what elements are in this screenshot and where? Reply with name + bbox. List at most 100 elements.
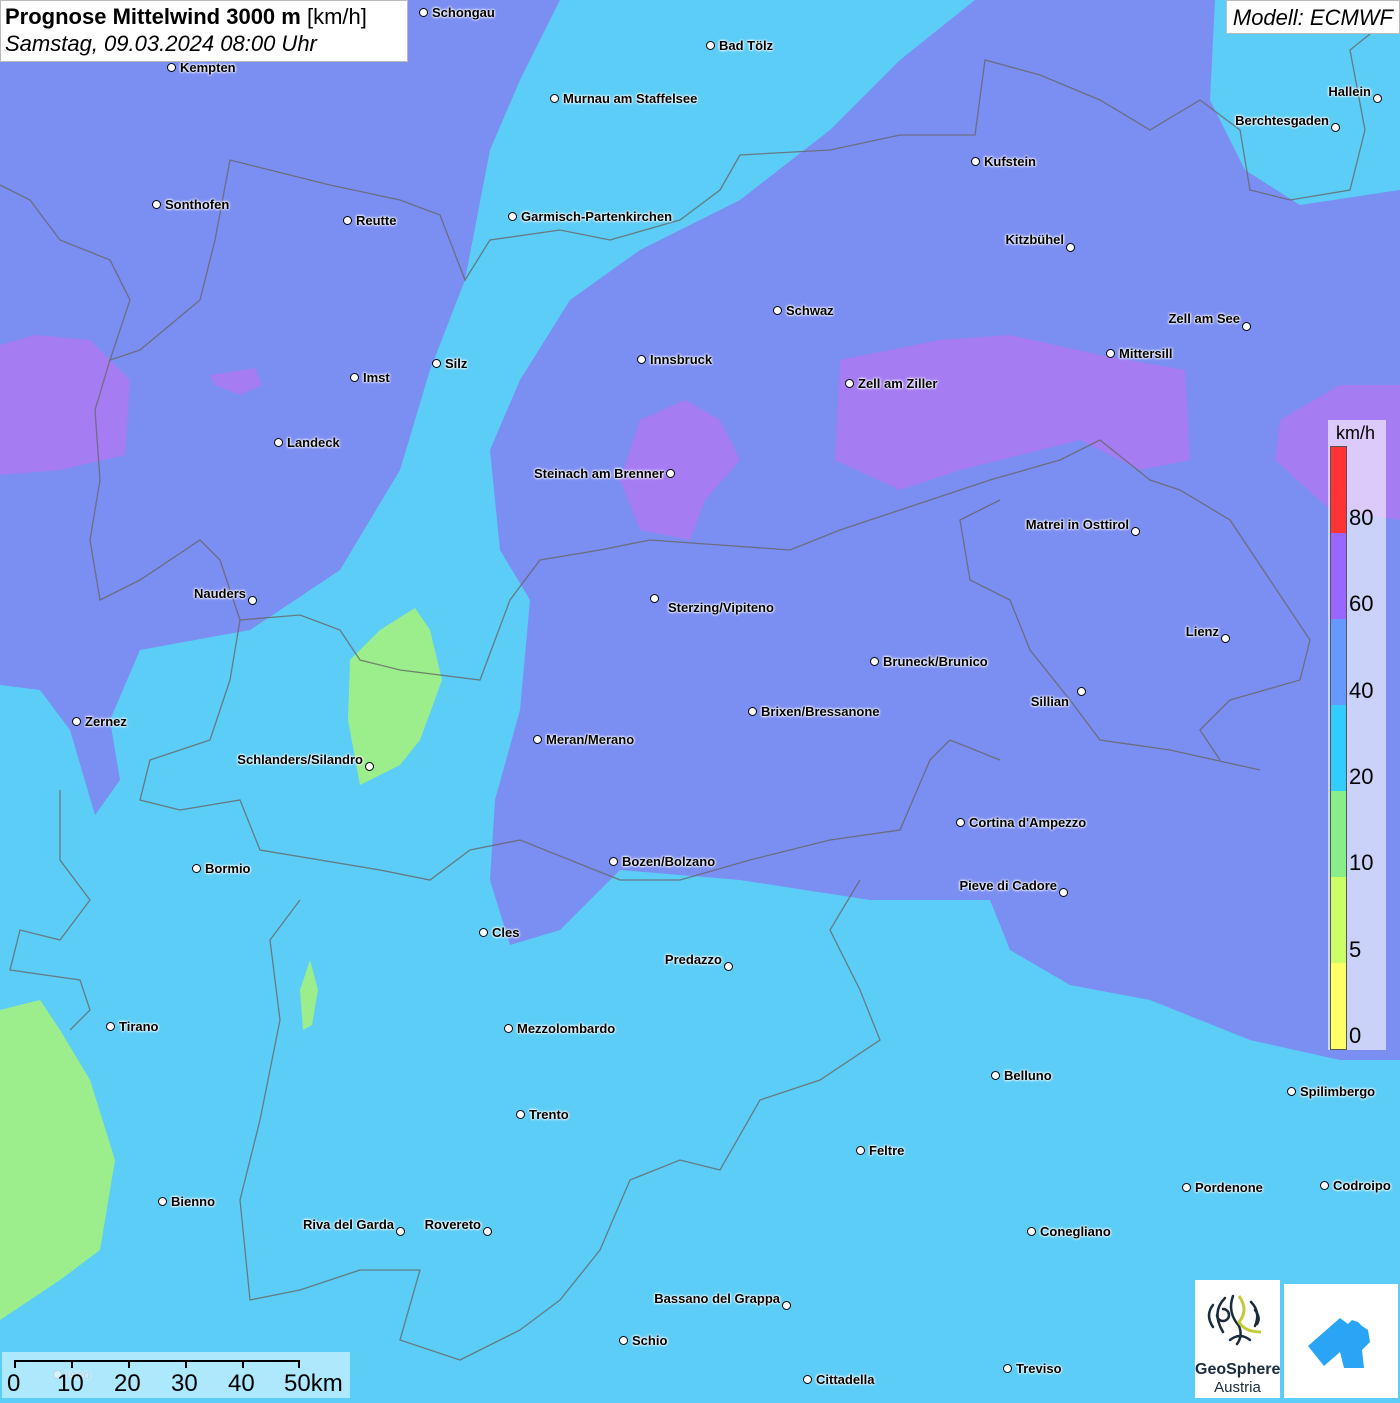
city-label: Cortina d'Ampezzo <box>969 815 1087 830</box>
city-marker <box>1242 322 1251 331</box>
zone-10-20 <box>300 960 318 1030</box>
city-marker <box>550 94 559 103</box>
city-marker <box>956 818 965 827</box>
city-marker <box>508 212 517 221</box>
model-label: Modell: ECMWF <box>1225 0 1400 34</box>
legend-title: km/h <box>1336 423 1376 443</box>
geosphere-emblem-icon <box>1207 1294 1262 1346</box>
scale-label: 50km <box>284 1370 343 1397</box>
legend-swatch <box>1331 877 1346 963</box>
city-label: Hallein <box>1328 84 1371 99</box>
city-marker <box>504 1024 513 1033</box>
scale-line <box>14 1360 298 1362</box>
legend-swatch <box>1331 791 1346 877</box>
scale-label: 40 <box>228 1370 255 1397</box>
city-marker <box>773 306 782 315</box>
city-label: Treviso <box>1016 1361 1062 1376</box>
city-label: Codroipo <box>1333 1178 1391 1193</box>
city-label: Predazzo <box>664 952 722 967</box>
scale-tick <box>185 1360 187 1368</box>
city-marker <box>666 469 675 478</box>
city-label: Bad Tölz <box>719 38 774 53</box>
city-label: Landeck <box>287 435 340 450</box>
city-marker <box>483 1227 492 1236</box>
city-label: Feltre <box>869 1143 905 1158</box>
legend-label: 5 <box>1349 937 1362 962</box>
city-marker <box>396 1227 405 1236</box>
city-label: Imst <box>363 370 390 385</box>
title-text: Prognose Mittelwind 3000 m <box>5 4 301 29</box>
city-label: Kufstein <box>984 154 1036 169</box>
geosphere-logo[interactable]: GeoSphere Austria <box>1195 1280 1280 1398</box>
city-label: Reutte <box>356 213 397 228</box>
city-marker <box>856 1146 865 1155</box>
scale-tick <box>14 1360 16 1368</box>
city-label: Schongau <box>432 5 495 20</box>
zone-10-20 <box>0 1000 115 1320</box>
city-label: Garmisch-Partenkirchen <box>521 209 673 224</box>
city-marker <box>248 596 257 605</box>
legend-swatch <box>1331 705 1346 791</box>
city-marker <box>1331 123 1340 132</box>
city-marker <box>724 962 733 971</box>
city-marker <box>1106 349 1115 358</box>
app-logo[interactable] <box>1284 1284 1398 1398</box>
city-label: Pordenone <box>1195 1180 1263 1195</box>
forecast-time: Samstag, 09.03.2024 08:00 Uhr <box>5 31 317 56</box>
city-marker <box>432 359 441 368</box>
city-marker <box>365 762 374 771</box>
city-label: Sterzing/Vipiteno <box>668 600 774 615</box>
city-label: Schio <box>632 1333 668 1348</box>
city-label: Zell am See <box>1168 311 1240 326</box>
map-title: Prognose Mittelwind 3000 m [km/h] <box>5 4 403 30</box>
city-label: Conegliano <box>1040 1224 1111 1239</box>
city-label: Belluno <box>1004 1068 1052 1083</box>
city-marker <box>782 1301 791 1310</box>
city-label: Cittadella <box>816 1372 875 1387</box>
city-label: Zernez <box>85 714 127 729</box>
city-label: Silz <box>445 356 468 371</box>
city-marker <box>1131 527 1140 536</box>
city-marker <box>971 157 980 166</box>
scale-label: 0 <box>7 1370 21 1397</box>
city-marker <box>1373 94 1382 103</box>
legend-swatch <box>1331 447 1346 533</box>
city-label: Brixen/Bressanone <box>761 704 880 719</box>
city-label: Bienno <box>171 1194 216 1209</box>
city-marker <box>479 928 488 937</box>
city-label: Tirano <box>119 1019 159 1034</box>
city-marker <box>637 355 646 364</box>
city-label: Rovereto <box>424 1217 481 1232</box>
legend-label: 10 <box>1349 850 1374 875</box>
legend-label: 20 <box>1349 764 1374 789</box>
city-marker <box>106 1022 115 1031</box>
city-marker <box>350 373 359 382</box>
city-marker <box>991 1071 1000 1080</box>
city-label: Matrei in Osttirol <box>1025 517 1129 532</box>
zone-40-60-east <box>490 0 1400 1060</box>
scale-tick <box>242 1360 244 1368</box>
legend-colorbar <box>1330 446 1347 1050</box>
legend-label: 40 <box>1349 678 1374 703</box>
mountain-cloud-icon <box>1308 1318 1370 1368</box>
city-marker <box>1182 1183 1191 1192</box>
city-marker <box>1320 1181 1329 1190</box>
city-marker <box>748 707 757 716</box>
city-marker <box>192 864 201 873</box>
legend-label: 60 <box>1349 591 1374 616</box>
city-marker <box>1221 634 1230 643</box>
city-label: Murnau am Staffelsee <box>563 91 698 106</box>
city-label: Mittersill <box>1119 346 1173 361</box>
city-marker <box>1077 687 1086 696</box>
scale-label: 10 <box>57 1370 84 1397</box>
city-label: Trento <box>529 1107 569 1122</box>
city-label: Mezzolombardo <box>517 1021 616 1036</box>
city-marker <box>650 594 659 603</box>
city-marker <box>870 657 879 666</box>
scale-tick <box>298 1360 300 1368</box>
city-label: Schwaz <box>786 303 834 318</box>
city-label: Kempten <box>180 60 236 75</box>
logo-line2: Austria <box>1214 1379 1261 1396</box>
scale-bar: 0 10 20 30 40 50km <box>2 1352 350 1398</box>
city-label: Riva del Garda <box>302 1217 394 1232</box>
